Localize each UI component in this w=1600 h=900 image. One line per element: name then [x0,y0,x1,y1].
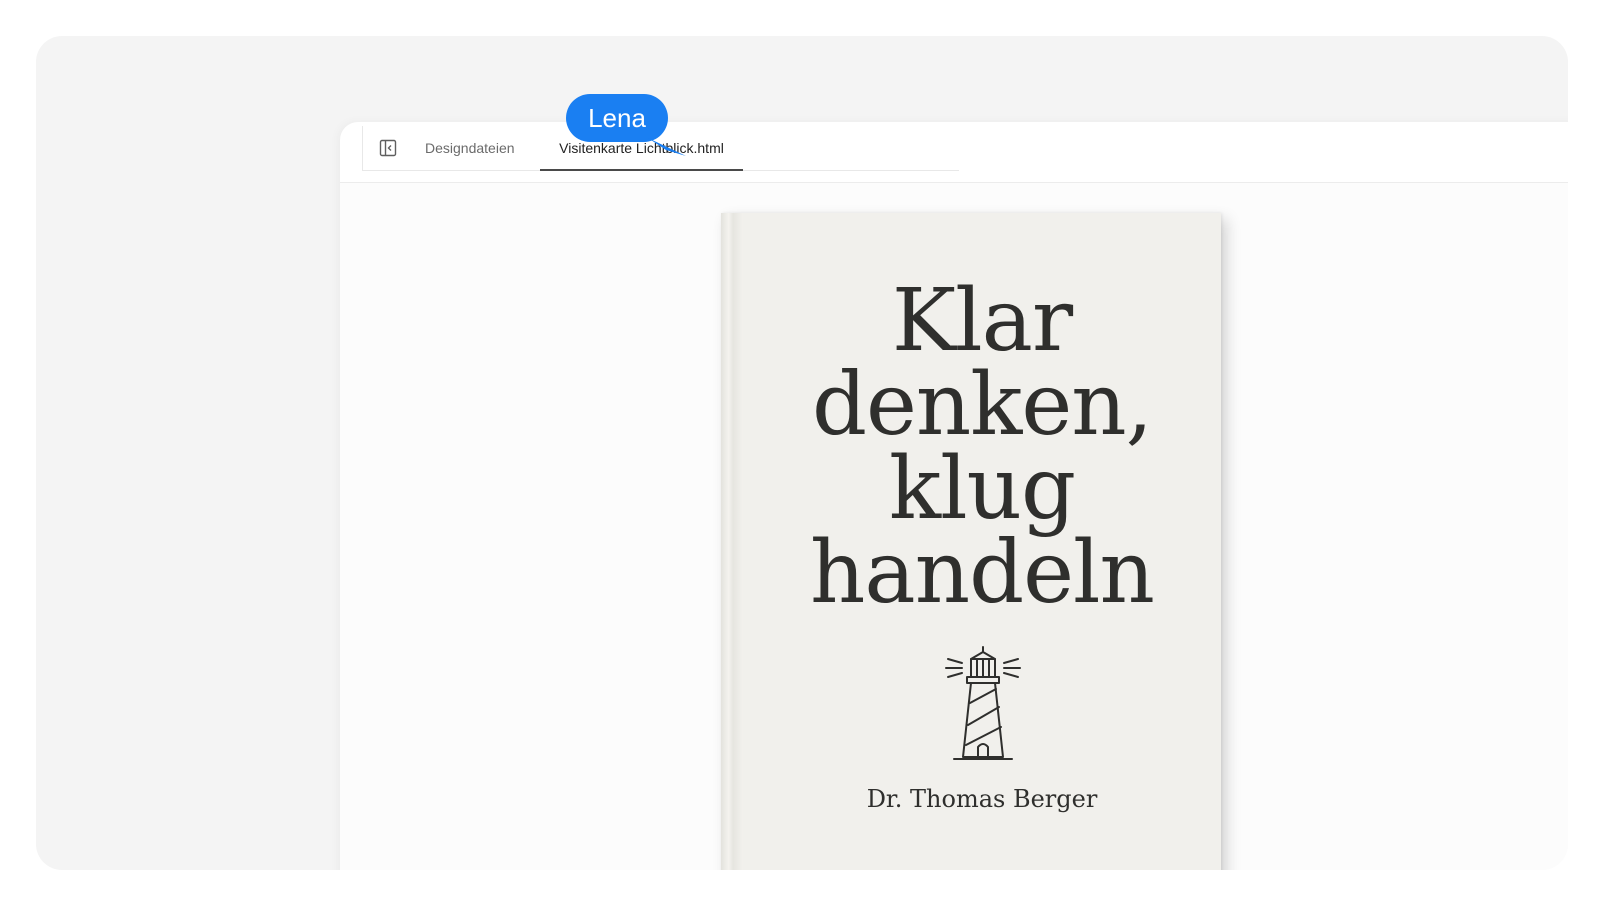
sidebar-toggle-icon[interactable] [379,139,397,157]
collaborator-cursor-label: Lena [566,94,668,142]
tab-designdateien[interactable]: Designdateien [425,126,515,170]
tab-bar: Designdateien Visitenkarte Lichtblick.ht… [340,122,1568,183]
book-title: Klar denken, klug handeln [743,271,1221,623]
preview-canvas: Klar denken, klug handeln Dr. Thomas Ber… [340,183,1568,870]
book-title-line: klug [888,439,1076,539]
book-author: Dr. Thomas Berger [866,785,1098,813]
book-title-line: Klar [891,271,1073,371]
lighthouse-icon [945,646,1021,760]
app-window: Designdateien Visitenkarte Lichtblick.ht… [340,122,1568,870]
outer-frame: Designdateien Visitenkarte Lichtblick.ht… [36,36,1568,870]
book-title-line: denken, [811,355,1153,455]
book-cover: Klar denken, klug handeln Dr. Thomas Ber… [721,213,1221,870]
book-spine [721,213,743,870]
book-title-line: handeln [810,523,1155,623]
collaborator-cursor-icon [648,138,686,156]
